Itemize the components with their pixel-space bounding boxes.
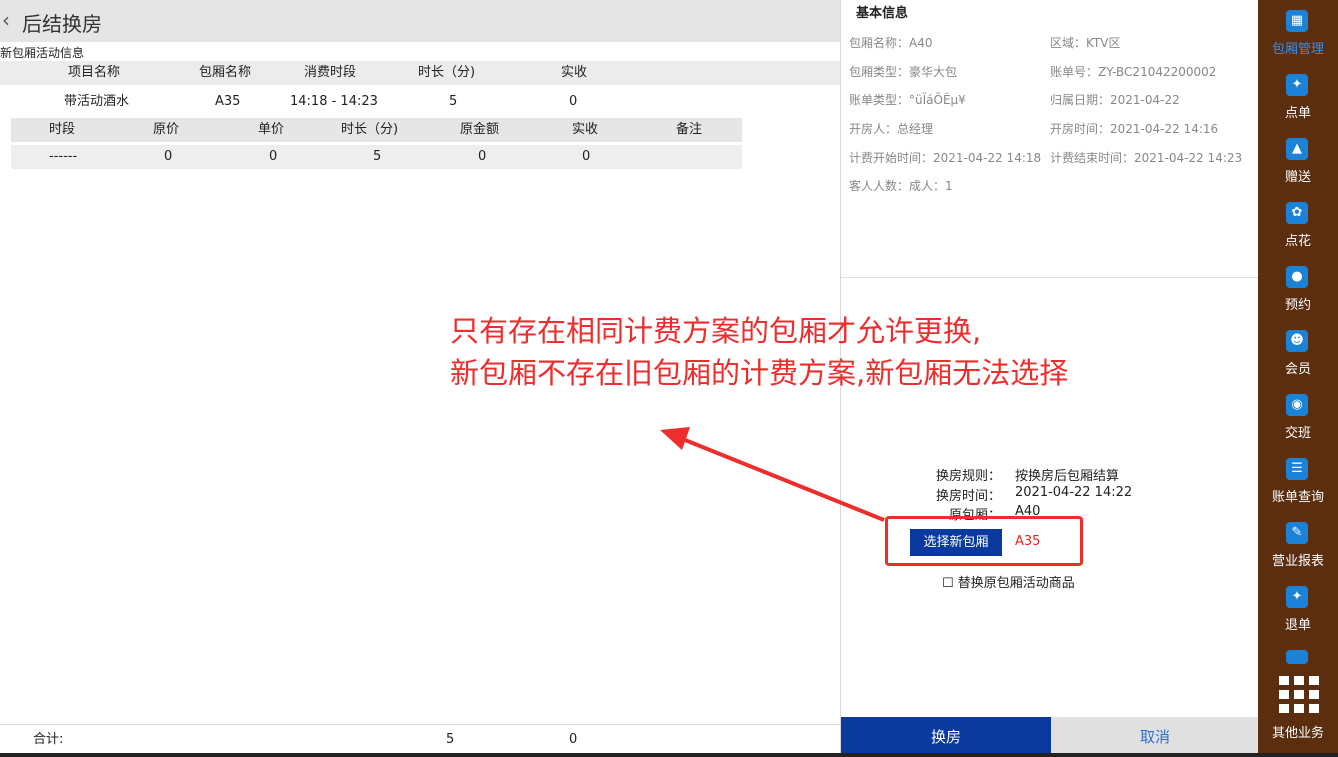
sidebar-item-room-management[interactable]: ▦ 包厢管理: [1258, 8, 1338, 72]
sidebar-item-label: 赠送: [1284, 170, 1311, 185]
sidebar-item-member[interactable]: ☻ 会员: [1258, 328, 1338, 392]
annotation-line-2: 新包厢不存在旧包厢的计费方案,新包厢无法选择: [450, 356, 1069, 390]
change-time-label: 换房时间：: [935, 489, 1001, 504]
total-duration: 5: [446, 732, 455, 747]
sidebar-item-order[interactable]: ✦ 点单: [1258, 72, 1338, 136]
opener-info: 开房人：总经理: [849, 122, 934, 136]
sidebar-item-label: 交班: [1284, 426, 1311, 441]
selected-room-value: A35: [1015, 534, 1041, 549]
bill-type-info: 账单类型：°üÏáÕÊµ¥: [849, 93, 966, 107]
sub-received: 0: [582, 149, 591, 164]
sidebar-item-flower[interactable]: ✿ 点花: [1258, 200, 1338, 264]
bill-no-info: 账单号：ZY-BC21042200002: [1050, 65, 1217, 79]
sidebar-item-label: 包厢管理: [1271, 42, 1324, 57]
member-icon: ☻: [1286, 330, 1308, 352]
sidebar-item-report[interactable]: ✎ 营业报表: [1258, 520, 1338, 584]
sub-duration: 5: [373, 149, 382, 164]
change-time-value: 2021-04-22 14:22: [1015, 485, 1133, 500]
col-sub-received: 实收: [572, 122, 599, 137]
room-name-info: 包厢名称：A40: [849, 36, 933, 50]
table-row[interactable]: 带活动酒水 A35 14:18 - 14:23 5 0: [0, 90, 842, 114]
item-name: 带活动酒水: [64, 94, 130, 109]
col-orig-amount: 原金额: [460, 122, 500, 137]
sidebar: ▦ 包厢管理 ✦ 点单 ▲ 赠送 ✿ 点花 ● 预约 ☻ 会员 ◉ 交班 ☰ 账…: [1258, 0, 1338, 757]
page-title: 后结换房: [22, 12, 102, 36]
divider: [841, 277, 1259, 278]
sidebar-item-label: 点单: [1284, 106, 1311, 121]
col-unit-price: 单价: [258, 122, 285, 137]
select-new-room-button[interactable]: 选择新包厢: [910, 529, 1002, 556]
reserve-icon: ●: [1286, 266, 1308, 288]
col-room-name: 包厢名称: [199, 65, 252, 80]
duration: 5: [449, 94, 458, 109]
guests-info: 客人人数：成人：1: [849, 179, 953, 193]
grid-small-icon: ▦: [1286, 10, 1308, 32]
section-title: 新包厢活动信息: [0, 46, 85, 60]
sidebar-item-gift[interactable]: ▲ 赠送: [1258, 136, 1338, 200]
sidebar-item-label: 预约: [1284, 298, 1311, 313]
unit-price: 0: [269, 149, 278, 164]
more-icon: [1286, 650, 1308, 664]
col-received: 实收: [561, 65, 588, 80]
room-name: A35: [215, 94, 241, 109]
flower-icon: ✿: [1286, 202, 1308, 224]
open-time-info: 开房时间：2021-04-22 14:16: [1050, 122, 1219, 136]
bill-search-icon: ☰: [1286, 458, 1308, 480]
rule-label: 换房规则：: [935, 469, 1001, 484]
rule-value: 按换房后包厢结算: [1015, 469, 1120, 484]
sub-table-header: 时段 原价 单价 时长（分) 原金额 实收 备注: [11, 118, 742, 142]
total-footer: 合计: 5 0: [0, 724, 842, 754]
sidebar-item-label: 会员: [1284, 362, 1311, 377]
col-sub-duration: 时长（分): [341, 122, 399, 137]
room-type-info: 包厢类型：豪华大包: [849, 65, 958, 79]
charge-start-info: 计费开始时间：2021-04-22 14:18: [849, 151, 1042, 165]
main-table-header: 项目名称 包厢名称 消费时段 时长（分) 实收: [0, 61, 842, 85]
sidebar-item-label: 账单查询: [1271, 490, 1324, 505]
order-icon: ✦: [1286, 74, 1308, 96]
charge-end-info: 计费结束时间：2021-04-22 14:23: [1050, 151, 1243, 165]
change-room-button[interactable]: 换房: [841, 717, 1051, 757]
table-row: ------ 0 0 5 0 0: [11, 145, 742, 169]
handover-icon: ◉: [1286, 394, 1308, 416]
sidebar-item-handover[interactable]: ◉ 交班: [1258, 392, 1338, 456]
orig-amount: 0: [478, 149, 487, 164]
apps-grid-icon[interactable]: [1279, 676, 1319, 716]
area-info: 区域：KTV区: [1050, 36, 1121, 50]
replace-activity-checkbox[interactable]: ☐ 替换原包厢活动商品: [942, 572, 1075, 591]
gift-icon: ▲: [1286, 138, 1308, 160]
time-slot: ------: [49, 149, 78, 164]
sidebar-item-refund[interactable]: ✦ 退单: [1258, 584, 1338, 648]
info-title: 基本信息: [856, 6, 909, 21]
col-remark: 备注: [676, 122, 703, 137]
other-business-label[interactable]: 其他业务: [1258, 722, 1338, 741]
bottom-border: [0, 753, 1338, 757]
col-time-slot: 时段: [49, 122, 76, 137]
belong-date-info: 归属日期：2021-04-22: [1050, 93, 1180, 107]
cancel-button[interactable]: 取消: [1051, 717, 1259, 757]
col-orig-price: 原价: [153, 122, 180, 137]
col-duration: 时长（分): [418, 65, 476, 80]
sidebar-item-label: 营业报表: [1271, 554, 1324, 569]
chevron-left-icon[interactable]: ‹: [2, 8, 10, 32]
period: 14:18 - 14:23: [290, 94, 378, 109]
sidebar-item-bill-search[interactable]: ☰ 账单查询: [1258, 456, 1338, 520]
received: 0: [569, 94, 578, 109]
sidebar-item-reserve[interactable]: ● 预约: [1258, 264, 1338, 328]
total-label: 合计:: [33, 732, 64, 747]
sidebar-item-label: 退单: [1284, 618, 1311, 633]
refund-icon: ✦: [1286, 586, 1308, 608]
report-icon: ✎: [1286, 522, 1308, 544]
annotation-line-1: 只有存在相同计费方案的包厢才允许更换,: [450, 314, 982, 348]
title-bar: ‹ 后结换房: [0, 0, 842, 42]
total-amount: 0: [569, 732, 578, 747]
col-item-name: 项目名称: [68, 65, 121, 80]
col-period: 消费时段: [304, 65, 357, 80]
orig-price: 0: [164, 149, 173, 164]
sidebar-item-label: 点花: [1284, 234, 1311, 249]
